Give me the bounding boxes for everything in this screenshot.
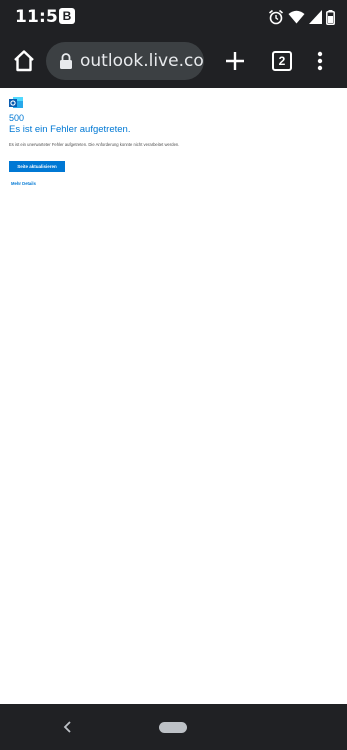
home-pill-button[interactable] xyxy=(159,722,187,733)
page-content: 500 Es ist ein Fehler aufgetreten. Es is… xyxy=(0,88,347,704)
address-bar[interactable]: outlook.live.com/ xyxy=(46,42,204,80)
back-icon[interactable] xyxy=(60,719,74,735)
error-code: 500 xyxy=(9,113,25,123)
phone-screen: 11:57 B outlook.live.co 2 500 Es ist ein… xyxy=(0,0,347,750)
outlook-logo-icon xyxy=(9,97,23,108)
add-icon[interactable] xyxy=(223,49,247,73)
browser-toolbar: outlook.live.com/ 2 xyxy=(0,34,347,88)
more-details-link[interactable]: Mehr Details xyxy=(11,181,36,186)
cellular-signal-icon xyxy=(309,10,322,24)
lock-icon xyxy=(60,53,72,69)
status-icons xyxy=(268,8,335,26)
home-icon[interactable] xyxy=(11,48,37,74)
alarm-icon xyxy=(268,9,284,25)
wifi-icon xyxy=(288,10,305,24)
status-bar: 11:57 B xyxy=(0,0,347,34)
notification-badge: B xyxy=(59,8,75,24)
system-nav-bar xyxy=(0,704,347,750)
error-description: Es ist ein unerwarteter Fehler aufgetret… xyxy=(9,142,180,147)
tab-switcher-button[interactable]: 2 xyxy=(272,51,292,71)
error-title: Es ist ein Fehler aufgetreten. xyxy=(9,124,131,135)
battery-icon xyxy=(326,9,335,25)
more-vert-icon[interactable] xyxy=(312,49,328,73)
refresh-page-button[interactable]: Seite aktualisieren xyxy=(9,161,65,172)
url-text: outlook.live.com/ xyxy=(80,51,204,71)
